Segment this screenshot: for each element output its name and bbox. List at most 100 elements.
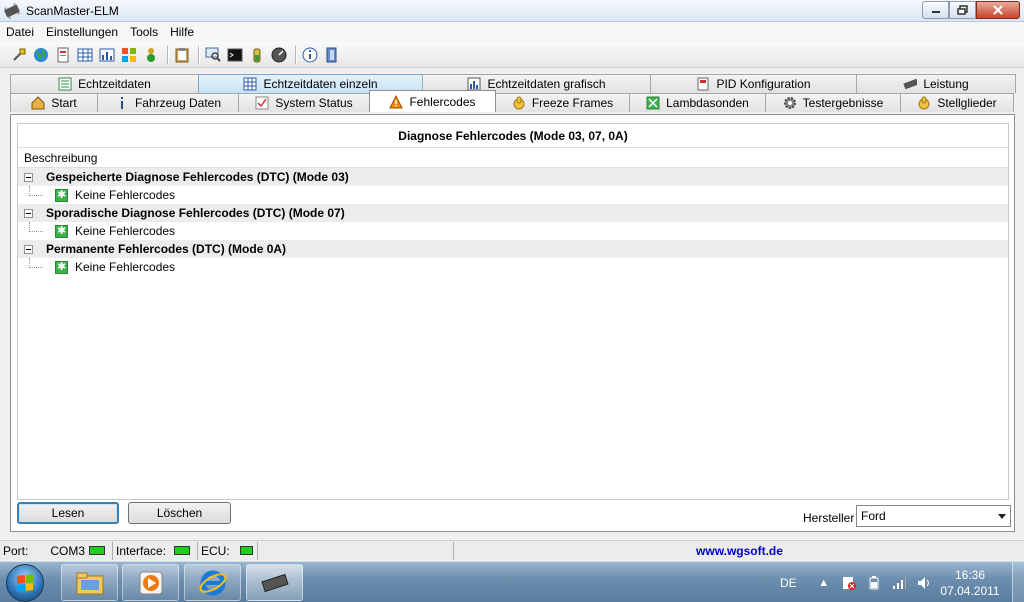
tree-item[interactable]: Keine Fehlercodes [18, 258, 1008, 276]
clipboard-icon [175, 47, 189, 62]
toolbar [0, 42, 1024, 68]
clear-button[interactable]: Löschen [128, 502, 231, 524]
tab-fahrzeug-daten[interactable]: Fahrzeug Daten [97, 93, 239, 112]
tree-item[interactable]: Keine Fehlercodes [18, 222, 1008, 240]
magnifier-icon [205, 47, 221, 62]
tree-item[interactable]: Keine Fehlercodes [18, 186, 1008, 204]
minimize-button[interactable] [922, 1, 949, 19]
taskbar: DE ▲ 16:36 07.04.2011 [0, 561, 1024, 602]
status-bar: Port: COM3 Interface: ECU: www.wgsoft.de [0, 540, 1024, 560]
grid-icon [77, 48, 93, 61]
tab-freeze-frames[interactable]: Freeze Frames [495, 93, 630, 112]
taskbar-scanmaster[interactable] [246, 564, 303, 601]
tab-fehlercodes[interactable]: Fehlercodes [369, 90, 496, 112]
tab-system-status[interactable]: System Status [238, 93, 370, 112]
tab-label: Echtzeitdaten einzeln [263, 77, 378, 91]
menu-bar: Datei Einstellungen Tools Hilfe [0, 22, 1024, 42]
menu-datei[interactable]: Datei [0, 25, 40, 39]
checklist-icon [255, 96, 269, 110]
taskbar-explorer[interactable] [61, 564, 118, 601]
show-desktop-button[interactable] [1012, 562, 1024, 602]
maximize-button[interactable] [949, 1, 976, 19]
battery-button[interactable] [248, 46, 266, 64]
hand-icon [512, 96, 526, 110]
search-button[interactable] [204, 46, 222, 64]
toolbar-separator [295, 45, 296, 64]
manufacturer-select[interactable]: Ford [856, 505, 1011, 527]
tab-stellglieder[interactable]: Stellglieder [900, 93, 1014, 112]
tab-start[interactable]: Start [10, 93, 98, 112]
tree-connector [29, 258, 43, 268]
exit-door-icon [326, 47, 337, 62]
document-button[interactable] [54, 46, 72, 64]
menu-hilfe[interactable]: Hilfe [164, 25, 200, 39]
language-indicator[interactable]: DE [780, 576, 797, 590]
tab-label: Testergebnisse [802, 96, 884, 110]
title-bar[interactable]: ScanMaster-ELM [0, 0, 1024, 22]
item-label: Keine Fehlercodes [75, 224, 176, 238]
tree-group-mode0a[interactable]: Permanente Fehlercodes (DTC) (Mode 0A) [18, 240, 1008, 258]
connect-button[interactable] [10, 46, 28, 64]
manufacturer-label: Hersteller [803, 511, 855, 525]
tree-connector [29, 186, 43, 196]
internet-explorer-icon [199, 570, 226, 595]
web-button[interactable] [32, 46, 50, 64]
chip-icon [3, 3, 21, 19]
menu-tools[interactable]: Tools [124, 25, 164, 39]
manufacturer-value: Ford [861, 509, 886, 523]
tab-echtzeitdaten[interactable]: Echtzeitdaten [10, 74, 199, 93]
collapse-icon[interactable] [24, 172, 33, 182]
toolbar-separator [198, 45, 199, 64]
table-button[interactable] [76, 46, 94, 64]
hand-icon [917, 96, 931, 110]
no-error-icon [55, 188, 68, 202]
battery-icon[interactable] [867, 575, 881, 590]
chip-icon [260, 573, 289, 592]
taskbar-media-player[interactable] [122, 564, 179, 601]
tab-pid-konfiguration[interactable]: PID Konfiguration [650, 74, 857, 93]
tree-group-mode07[interactable]: Sporadische Diagnose Fehlercodes (DTC) (… [18, 204, 1008, 222]
column-header-beschreibung[interactable]: Beschreibung [18, 148, 1008, 168]
clipboard-button[interactable] [173, 46, 191, 64]
clock[interactable]: 16:36 07.04.2011 [938, 567, 1002, 599]
dtc-tree[interactable]: Diagnose Fehlercodes (Mode 03, 07, 0A) B… [17, 123, 1009, 500]
show-hidden-icons[interactable]: ▲ [817, 576, 831, 590]
collapse-icon[interactable] [24, 244, 33, 254]
tab-label: Fahrzeug Daten [134, 96, 222, 110]
ecu-led [239, 546, 253, 555]
tab-label: Start [51, 96, 77, 110]
read-button[interactable]: Lesen [17, 502, 119, 524]
item-label: Keine Fehlercodes [75, 188, 176, 202]
globe-icon [34, 47, 48, 62]
tab-label: Echtzeitdaten grafisch [487, 77, 606, 91]
tree-group-mode03[interactable]: Gespeicherte Diagnose Fehlercodes (DTC) … [18, 168, 1008, 186]
menu-einstellungen[interactable]: Einstellungen [40, 25, 124, 39]
home-icon [31, 96, 45, 110]
status-button[interactable] [142, 46, 160, 64]
info-button[interactable] [301, 46, 319, 64]
chart-button[interactable] [98, 46, 116, 64]
tab-leistung[interactable]: Leistung [856, 74, 1016, 93]
info-icon [302, 47, 318, 62]
port-status: Port: COM3 [0, 541, 113, 560]
tab-lambdasonden[interactable]: Lambdasonden [629, 93, 766, 112]
collapse-icon[interactable] [24, 208, 33, 218]
terminal-button[interactable] [226, 46, 244, 64]
windows-button[interactable] [120, 46, 138, 64]
tab-row-2: Start Fahrzeug Daten System Status Fehle… [10, 90, 1015, 112]
exit-button[interactable] [323, 46, 341, 64]
action-center-icon[interactable] [842, 576, 856, 590]
close-button[interactable] [976, 1, 1020, 19]
terminal-icon [227, 48, 243, 61]
fehlercodes-panel: Diagnose Fehlercodes (Mode 03, 07, 0A) B… [10, 114, 1015, 532]
windows-logo-icon [17, 574, 33, 592]
tab-label: Fehlercodes [409, 94, 476, 109]
pid-doc-icon [696, 77, 710, 91]
volume-icon[interactable] [917, 576, 931, 590]
tab-testergebnisse[interactable]: Testergebnisse [765, 93, 901, 112]
taskbar-internet-explorer[interactable] [184, 564, 241, 601]
start-button[interactable] [6, 564, 44, 602]
website-link[interactable]: www.wgsoft.de [696, 544, 783, 558]
network-signal-icon[interactable] [892, 576, 906, 590]
gauge-button[interactable] [270, 46, 288, 64]
